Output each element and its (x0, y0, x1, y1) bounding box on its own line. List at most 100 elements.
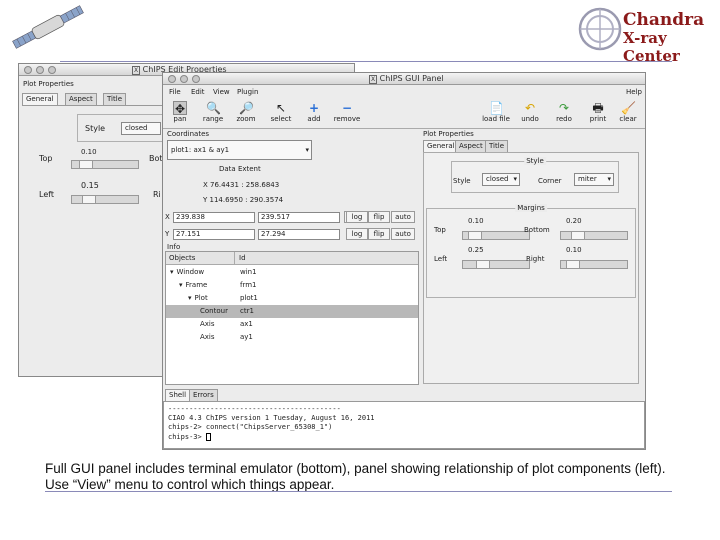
range-tool[interactable]: 🔍 range (196, 101, 230, 123)
tree-row[interactable]: ▾ Plot plot1 (166, 292, 418, 305)
select-tool[interactable]: ↖ select (264, 101, 298, 123)
gui-panel-window: X ChIPS GUI Panel File Edit View Plugin … (162, 72, 646, 450)
chevron-down-icon: ▾ (305, 146, 309, 154)
edit-tab-title[interactable]: Title (103, 93, 127, 105)
coordinates-panel: Coordinates plot1: ax1 & ay1 ▾ Data Exten… (165, 130, 419, 242)
satellite-logo (8, 4, 88, 50)
y-log-button[interactable]: log (346, 228, 368, 240)
margin-top-slider[interactable] (462, 231, 530, 240)
column-objects[interactable]: Objects (169, 254, 195, 262)
y-min-input[interactable]: 27.151 (173, 229, 255, 240)
info-tree: Objects Id ▾ Window win1 ▾ Frame frm1 ▾ Plot plo… (165, 251, 419, 385)
tree-row-id: ctr1 (240, 307, 254, 315)
menu-file[interactable]: File (169, 88, 181, 96)
clear-button[interactable]: 🧹 clear (611, 101, 645, 123)
y-flip-button[interactable]: flip (368, 228, 390, 240)
tree-row-label: Plot (194, 294, 208, 302)
chandra-emblem-icon (578, 7, 622, 51)
zoom-dot-icon[interactable] (192, 75, 200, 83)
broom-icon: 🧹 (621, 101, 636, 115)
tree-row[interactable]: Axis ay1 (166, 331, 418, 344)
margin-left-slider[interactable] (462, 260, 530, 269)
plot-style-select[interactable]: closed ▾ (482, 173, 520, 186)
edit-left-slider[interactable] (71, 195, 139, 204)
x-max-input[interactable]: 239.517 (258, 212, 340, 223)
pan-tool[interactable]: ✥ pan (163, 101, 197, 123)
zoom-tool[interactable]: 🔎 zoom (229, 101, 263, 123)
expand-arrow-icon[interactable]: ▾ (170, 268, 174, 276)
terminal-output[interactable]: ----------------------------------------… (163, 401, 645, 449)
remove-tool[interactable]: − remove (330, 101, 364, 123)
tree-row-id: plot1 (240, 294, 258, 302)
plot-tab-general[interactable]: General (423, 140, 459, 152)
plot-corner-label: Corner (538, 177, 562, 185)
x-min-input[interactable]: 239.838 (173, 212, 255, 223)
info-tree-rows: ▾ Window win1 ▾ Frame frm1 ▾ Plot plot1 Contour ct… (166, 266, 418, 384)
margin-bottom-slider[interactable] (560, 231, 628, 240)
tree-row[interactable]: ▾ Window win1 (166, 266, 418, 279)
chevron-down-icon: ▾ (513, 175, 517, 183)
file-icon: 📄 (489, 101, 504, 115)
menu-plugin[interactable]: Plugin (237, 88, 258, 96)
gui-window-title: X ChIPS GUI Panel (369, 74, 444, 84)
tree-row-object: Axis (197, 320, 215, 328)
undo-button[interactable]: ↶ undo (513, 101, 547, 123)
terminal-line: chips-2> connect("ChipsServer_65308_1") (168, 423, 333, 431)
y-auto-button[interactable]: auto (391, 228, 415, 240)
close-dot-icon[interactable] (24, 66, 32, 74)
margin-left-value: 0.25 (468, 246, 484, 254)
print-button[interactable]: 🖶 print (581, 101, 615, 123)
edit-style-select[interactable]: closed (121, 122, 161, 135)
toolbar: ✥ pan 🔍 range 🔎 zoom ↖ select + add − remove 📄… (163, 101, 645, 129)
tree-row[interactable]: Contour ctr1 (166, 305, 418, 318)
tree-row-object: Contour (197, 307, 228, 315)
add-tool[interactable]: + add (297, 101, 331, 123)
header-divider (60, 61, 672, 62)
undo-arrow-icon: ↶ (524, 101, 536, 115)
plot-tab-title[interactable]: Title (485, 140, 509, 152)
x-log-button[interactable]: log (346, 211, 368, 223)
plot-corner-select[interactable]: miter ▾ (574, 173, 614, 186)
expand-arrow-icon[interactable]: ▾ (188, 294, 192, 302)
terminal-panel: Shell Errors ---------------------------… (163, 389, 645, 449)
column-id[interactable]: Id (239, 254, 246, 262)
close-dot-icon[interactable] (168, 75, 176, 83)
x-flip-button[interactable]: flip (368, 211, 390, 223)
minimize-dot-icon[interactable] (36, 66, 44, 74)
tree-row-label: Axis (200, 333, 215, 341)
margin-right-slider[interactable] (560, 260, 628, 269)
coordinates-object-select[interactable]: plot1: ax1 & ay1 ▾ (167, 140, 312, 160)
x-auto-button[interactable]: auto (391, 211, 415, 223)
terminal-line: ----------------------------------------… (168, 405, 341, 413)
gui-window-titlebar[interactable]: X ChIPS GUI Panel (163, 73, 645, 85)
edit-top-slider[interactable] (71, 160, 139, 169)
redo-arrow-icon: ↷ (558, 101, 570, 115)
minimize-dot-icon[interactable] (180, 75, 188, 83)
menu-help[interactable]: Help (626, 88, 642, 96)
load-file-button[interactable]: 📄 load file (479, 101, 513, 123)
edit-tab-aspect[interactable]: Aspect (65, 93, 97, 105)
plot-tab-aspect[interactable]: Aspect (455, 140, 487, 152)
zoom-dot-icon[interactable] (48, 66, 56, 74)
edit-bottom-label: Bot (149, 154, 163, 163)
menu-view[interactable]: View (213, 88, 230, 96)
redo-button[interactable]: ↷ redo (547, 101, 581, 123)
tree-row[interactable]: ▾ Frame frm1 (166, 279, 418, 292)
tree-row-label: Contour (200, 307, 228, 315)
cursor (205, 432, 211, 441)
caption: Full GUI panel includes terminal emulato… (45, 461, 666, 492)
expand-arrow-icon[interactable]: ▾ (179, 281, 183, 289)
tree-row[interactable]: Axis ax1 (166, 318, 418, 331)
coordinates-title: Coordinates (167, 130, 210, 138)
y-extent-text: Y 114.6950 : 290.3574 (203, 196, 284, 204)
terminal-tab-errors[interactable]: Errors (189, 389, 218, 401)
chevron-down-icon: ▾ (607, 175, 611, 183)
terminal-tab-shell[interactable]: Shell (165, 389, 191, 401)
edit-group-title: Plot Properties (23, 80, 74, 88)
edit-tab-general[interactable]: General (22, 93, 58, 105)
data-extent-label: Data Extent (219, 165, 261, 173)
menu-edit[interactable]: Edit (191, 88, 205, 96)
margin-bottom-label: Bottom (524, 226, 550, 234)
y-max-input[interactable]: 27.294 (258, 229, 340, 240)
tree-row-id: ay1 (240, 333, 253, 341)
